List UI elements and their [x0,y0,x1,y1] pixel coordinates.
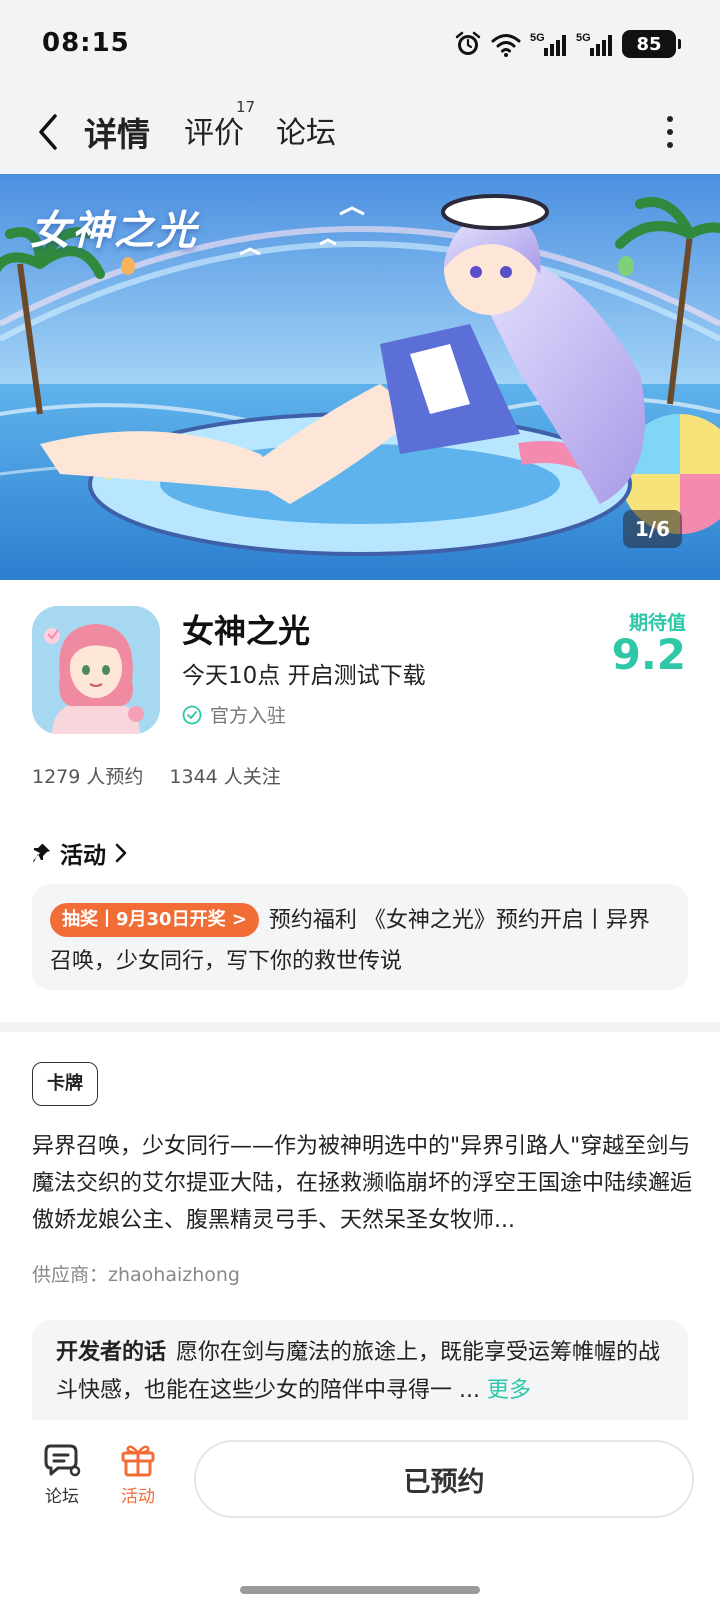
chevron-right-icon [115,843,127,863]
chevron-left-icon [39,114,57,150]
section-divider [0,1022,720,1032]
forum-chat-icon [44,1444,81,1477]
app-name: 女神之光 [182,612,311,650]
svg-text:5G: 5G [576,32,591,44]
app-icon [32,606,160,734]
app-info-section: 女神之光 今天10点 开启测试下载 官方入驻 期待值 9.2 1279 人预约 … [0,580,720,800]
follower-count: 1344 人关注 [169,766,281,788]
activity-header[interactable]: 活动 [32,836,128,870]
app-icon-artwork [32,606,160,734]
svg-text:5G: 5G [530,32,545,44]
activity-title: 活动 [60,843,106,869]
more-dot-icon [667,129,673,135]
more-link[interactable]: 更多 [487,1378,531,1403]
tab-review-label: 评价 [184,116,244,151]
banner-title: 女神之光 [30,207,198,254]
wifi-icon [491,34,521,57]
supplier-info: 供应商：zhaohaizhong [32,1264,240,1286]
tab-detail[interactable]: 详情 [82,108,152,156]
tab-review[interactable]: 评价 17 [184,98,255,152]
tab-detail-label: 详情 [84,115,150,154]
alarm-icon [455,31,481,55]
forum-button[interactable]: 论坛 [32,1442,92,1507]
top-nav: 详情 评价 17 论坛 [0,90,720,174]
status-bar: 08:15 5G 5G 85 [0,0,720,90]
review-count-badge: 17 [236,98,256,116]
developer-note-label: 开发者的话 [56,1340,167,1365]
forum-button-label: 论坛 [45,1487,79,1507]
reserved-button[interactable]: 已预约 [194,1440,694,1518]
battery-icon: 85 [622,30,681,58]
activity-button-label: 活动 [121,1487,155,1507]
signal-5g-icon: 5G [576,32,612,56]
app-subtitle: 今天10点 开启测试下载 [182,663,426,689]
signal-5g-icon: 5G [530,32,566,56]
activity-button[interactable]: 活动 [108,1442,168,1507]
activity-card[interactable]: 抽奖丨9月30日开奖 > 预约福利 《女神之光》预约开启丨异界召唤，少女同行，写下… [32,884,688,990]
more-options-button[interactable] [660,112,680,152]
banner-page-counter: 1/6 [622,510,682,548]
app-stats: 1279 人预约 1344 人关注 [32,762,281,789]
pin-icon [33,844,50,862]
home-indicator[interactable] [240,1586,480,1594]
genre-tag[interactable]: 卡牌 [32,1062,98,1106]
gift-icon [121,1445,155,1477]
expectation-score: 9.2 [611,630,686,679]
check-circle-icon [182,705,202,724]
verified-label: 官方入驻 [210,705,287,727]
developer-note-card[interactable]: 开发者的话 愿你在剑与魔法的旅途上，既能享受运筹帷幄的战斗快感，也能在这些少女的陪… [32,1320,688,1420]
banner-carousel[interactable]: 女神之光 1/6 [0,174,720,580]
status-time: 08:15 [42,28,130,58]
status-icons: 5G 5G 85 [454,28,681,60]
tab-forum-label: 论坛 [276,116,336,151]
verified-badge: 官方入驻 [182,701,286,728]
game-description[interactable]: 异界召唤，少女同行——作为被神明选中的"异界引路人"穿越至剑与魔法交织的艾尔提亚… [32,1128,692,1239]
reservation-count: 1279 人预约 [32,766,144,788]
lottery-badge[interactable]: 抽奖丨9月30日开奖 > [50,903,259,937]
more-dot-icon [667,116,673,122]
more-dot-icon [667,142,673,148]
tab-forum[interactable]: 论坛 [276,108,336,152]
back-button[interactable] [28,104,68,160]
bottom-action-bar: 论坛 活动 已预约 [0,1420,720,1610]
